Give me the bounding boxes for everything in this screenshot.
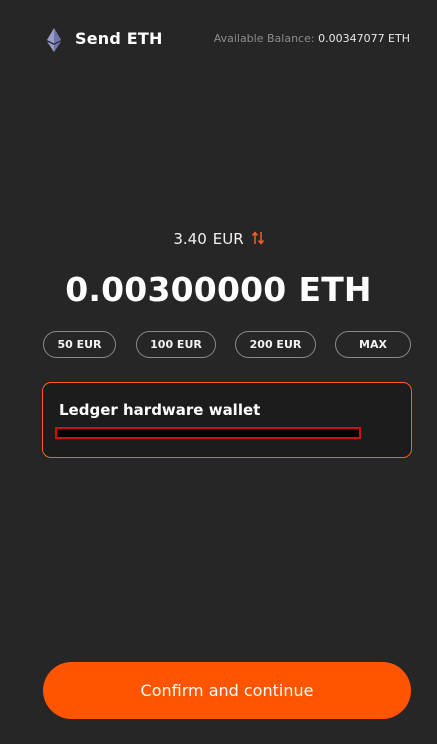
available-balance: Available Balance: 0.00347077 ETH [214,32,410,45]
swap-arrows-icon[interactable] [251,230,264,245]
fiat-currency: EUR [212,230,244,248]
crypto-value: 0.00300000 [65,270,287,309]
ethereum-icon [47,28,61,52]
redacted-wallet-address [55,427,361,439]
quick-amount-100-button[interactable]: 100 EUR [136,331,216,358]
crypto-amount[interactable]: 0.00300000 ETH [0,270,437,309]
balance-label: Available Balance: [213,32,315,45]
wallet-select-card[interactable]: Ledger hardware wallet [42,382,412,458]
fiat-value: 3.40 [173,230,207,248]
fiat-amount-row: 3.40 EUR [0,230,437,248]
crypto-unit: ETH [298,270,372,309]
wallet-label: Ledger hardware wallet [59,401,261,419]
header: Send ETH Available Balance: 0.00347077 E… [0,0,437,80]
quick-amount-50-button[interactable]: 50 EUR [43,331,116,358]
quick-amount-max-button[interactable]: MAX [335,331,411,358]
confirm-button[interactable]: Confirm and continue [43,662,411,719]
balance-value: 0.00347077 ETH [318,32,410,45]
quick-amount-200-button[interactable]: 200 EUR [235,331,316,358]
page-title: Send ETH [75,29,163,48]
